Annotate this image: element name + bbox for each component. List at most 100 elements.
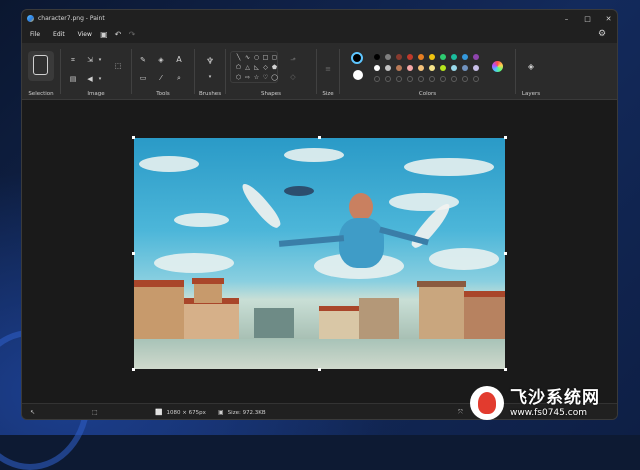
undo-icon[interactable]: ↶ <box>111 28 125 42</box>
character-body <box>339 218 384 268</box>
custom-color-slot[interactable] <box>462 76 468 82</box>
save-icon[interactable]: ▣ <box>97 28 111 42</box>
color-swatch[interactable] <box>385 54 391 60</box>
watermark-url: www.fs0745.com <box>510 407 587 418</box>
layers-icon[interactable]: ◈ <box>526 63 536 72</box>
selection-size-icon: ⬚ <box>92 409 98 416</box>
watermark-cn: 飞沙系统网 <box>510 387 600 408</box>
file-size: ▣ Size: 972.3KB <box>218 409 266 416</box>
feather-left <box>237 179 285 232</box>
canvas-image[interactable] <box>134 138 505 369</box>
color-swatch[interactable] <box>396 54 402 60</box>
paint-window: character7.png - Paint – □ ✕ File Edit V… <box>21 9 618 420</box>
custom-color-slot[interactable] <box>374 76 380 82</box>
close-button[interactable]: ✕ <box>598 10 617 27</box>
color-swatch[interactable] <box>462 54 468 60</box>
color-swatch[interactable] <box>374 65 380 71</box>
resize-handle[interactable] <box>318 136 321 139</box>
cloud <box>429 248 499 270</box>
group-layers: ◈ Layers <box>516 43 546 100</box>
dimensions-text: 1080 × 675px <box>166 409 206 416</box>
color-swatch[interactable] <box>451 54 457 60</box>
settings-gear-icon[interactable]: ⚙ <box>595 27 609 41</box>
ribbon-toolbar: Selection ⌗ ⇲ ▾ ⬚ ▤ ◀ ▾ Image ✎ ◈ A ▭ ⁄ … <box>22 43 617 100</box>
resize-handle[interactable] <box>504 136 507 139</box>
menu-view[interactable]: View <box>78 31 92 38</box>
maximize-button[interactable]: □ <box>577 10 598 27</box>
color-swatch[interactable] <box>429 54 435 60</box>
building <box>419 286 464 341</box>
cloud <box>139 156 199 172</box>
tower <box>194 283 222 303</box>
pointer-position: ↖ <box>30 409 39 416</box>
color-swatch[interactable] <box>473 65 479 71</box>
color-swatch[interactable] <box>396 65 402 71</box>
watermark-logo-icon <box>470 386 504 420</box>
file-size-text: Size: 972.3KB <box>227 409 266 416</box>
canvas-size-icon: ⬜ <box>155 409 163 416</box>
color-swatch[interactable] <box>451 65 457 71</box>
custom-color-slot[interactable] <box>418 76 424 82</box>
canvas-area[interactable] <box>22 100 617 403</box>
custom-color-slot[interactable] <box>407 76 413 82</box>
roof <box>417 281 466 287</box>
custom-color-slot[interactable] <box>473 76 479 82</box>
character-arm-left <box>278 235 345 247</box>
color-swatch[interactable] <box>407 54 413 60</box>
watermark: 飞沙系统网 www.fs0745.com <box>470 386 600 420</box>
title-bar: character7.png - Paint – □ ✕ <box>22 10 617 27</box>
building <box>359 298 399 340</box>
watermark-text: 飞沙系统网 www.fs0745.com <box>510 388 600 419</box>
building <box>464 296 505 341</box>
cloud <box>174 213 229 227</box>
custom-color-slot[interactable] <box>440 76 446 82</box>
building <box>134 286 184 341</box>
cursor-icon: ↖ <box>30 409 36 416</box>
custom-color-slot[interactable] <box>429 76 435 82</box>
menu-edit[interactable]: Edit <box>53 31 65 38</box>
custom-color-slot[interactable] <box>385 76 391 82</box>
menu-file[interactable]: File <box>30 31 40 38</box>
fit-to-window[interactable]: ⤧ <box>458 409 467 417</box>
color-swatch[interactable] <box>418 54 424 60</box>
group-label-colors: Colors <box>418 91 437 97</box>
cloud <box>404 158 494 176</box>
menu-bar: File Edit View ▣ ↶ ↷ <box>22 27 617 42</box>
minimize-button[interactable]: – <box>556 10 577 27</box>
resize-handle[interactable] <box>504 252 507 255</box>
color-swatch[interactable] <box>429 65 435 71</box>
roof <box>319 306 359 311</box>
bird <box>284 186 314 196</box>
redo-icon[interactable]: ↷ <box>125 28 139 42</box>
roof <box>192 278 224 284</box>
disk-icon: ▣ <box>218 409 224 416</box>
resize-handle[interactable] <box>132 136 135 139</box>
group-label-layers: Layers <box>521 91 541 97</box>
color-swatch[interactable] <box>473 54 479 60</box>
building <box>319 310 359 340</box>
window-controls: – □ ✕ <box>556 10 617 27</box>
roof <box>464 291 505 297</box>
fountain <box>254 308 294 338</box>
custom-color-slot[interactable] <box>451 76 457 82</box>
color-swatch[interactable] <box>418 65 424 71</box>
color-swatch[interactable] <box>462 65 468 71</box>
resize-handle[interactable] <box>318 368 321 371</box>
color-swatch[interactable] <box>440 65 446 71</box>
edit-colors-icon[interactable] <box>492 61 503 72</box>
roof <box>134 280 184 287</box>
resize-handle[interactable] <box>132 368 135 371</box>
custom-color-slot[interactable] <box>396 76 402 82</box>
color-swatch[interactable] <box>440 54 446 60</box>
secondary-color-swatch[interactable] <box>353 70 363 80</box>
resize-handle[interactable] <box>132 252 135 255</box>
color-swatch[interactable] <box>407 65 413 71</box>
color-swatch[interactable] <box>374 54 380 60</box>
paint-app-icon <box>27 15 34 22</box>
primary-color-swatch[interactable] <box>351 52 363 64</box>
window-title: character7.png - Paint <box>38 15 105 22</box>
color-swatch[interactable] <box>385 65 391 71</box>
canvas-dimensions: ⬜ 1080 × 675px <box>155 409 206 416</box>
cloud <box>284 148 344 162</box>
resize-handle[interactable] <box>504 368 507 371</box>
